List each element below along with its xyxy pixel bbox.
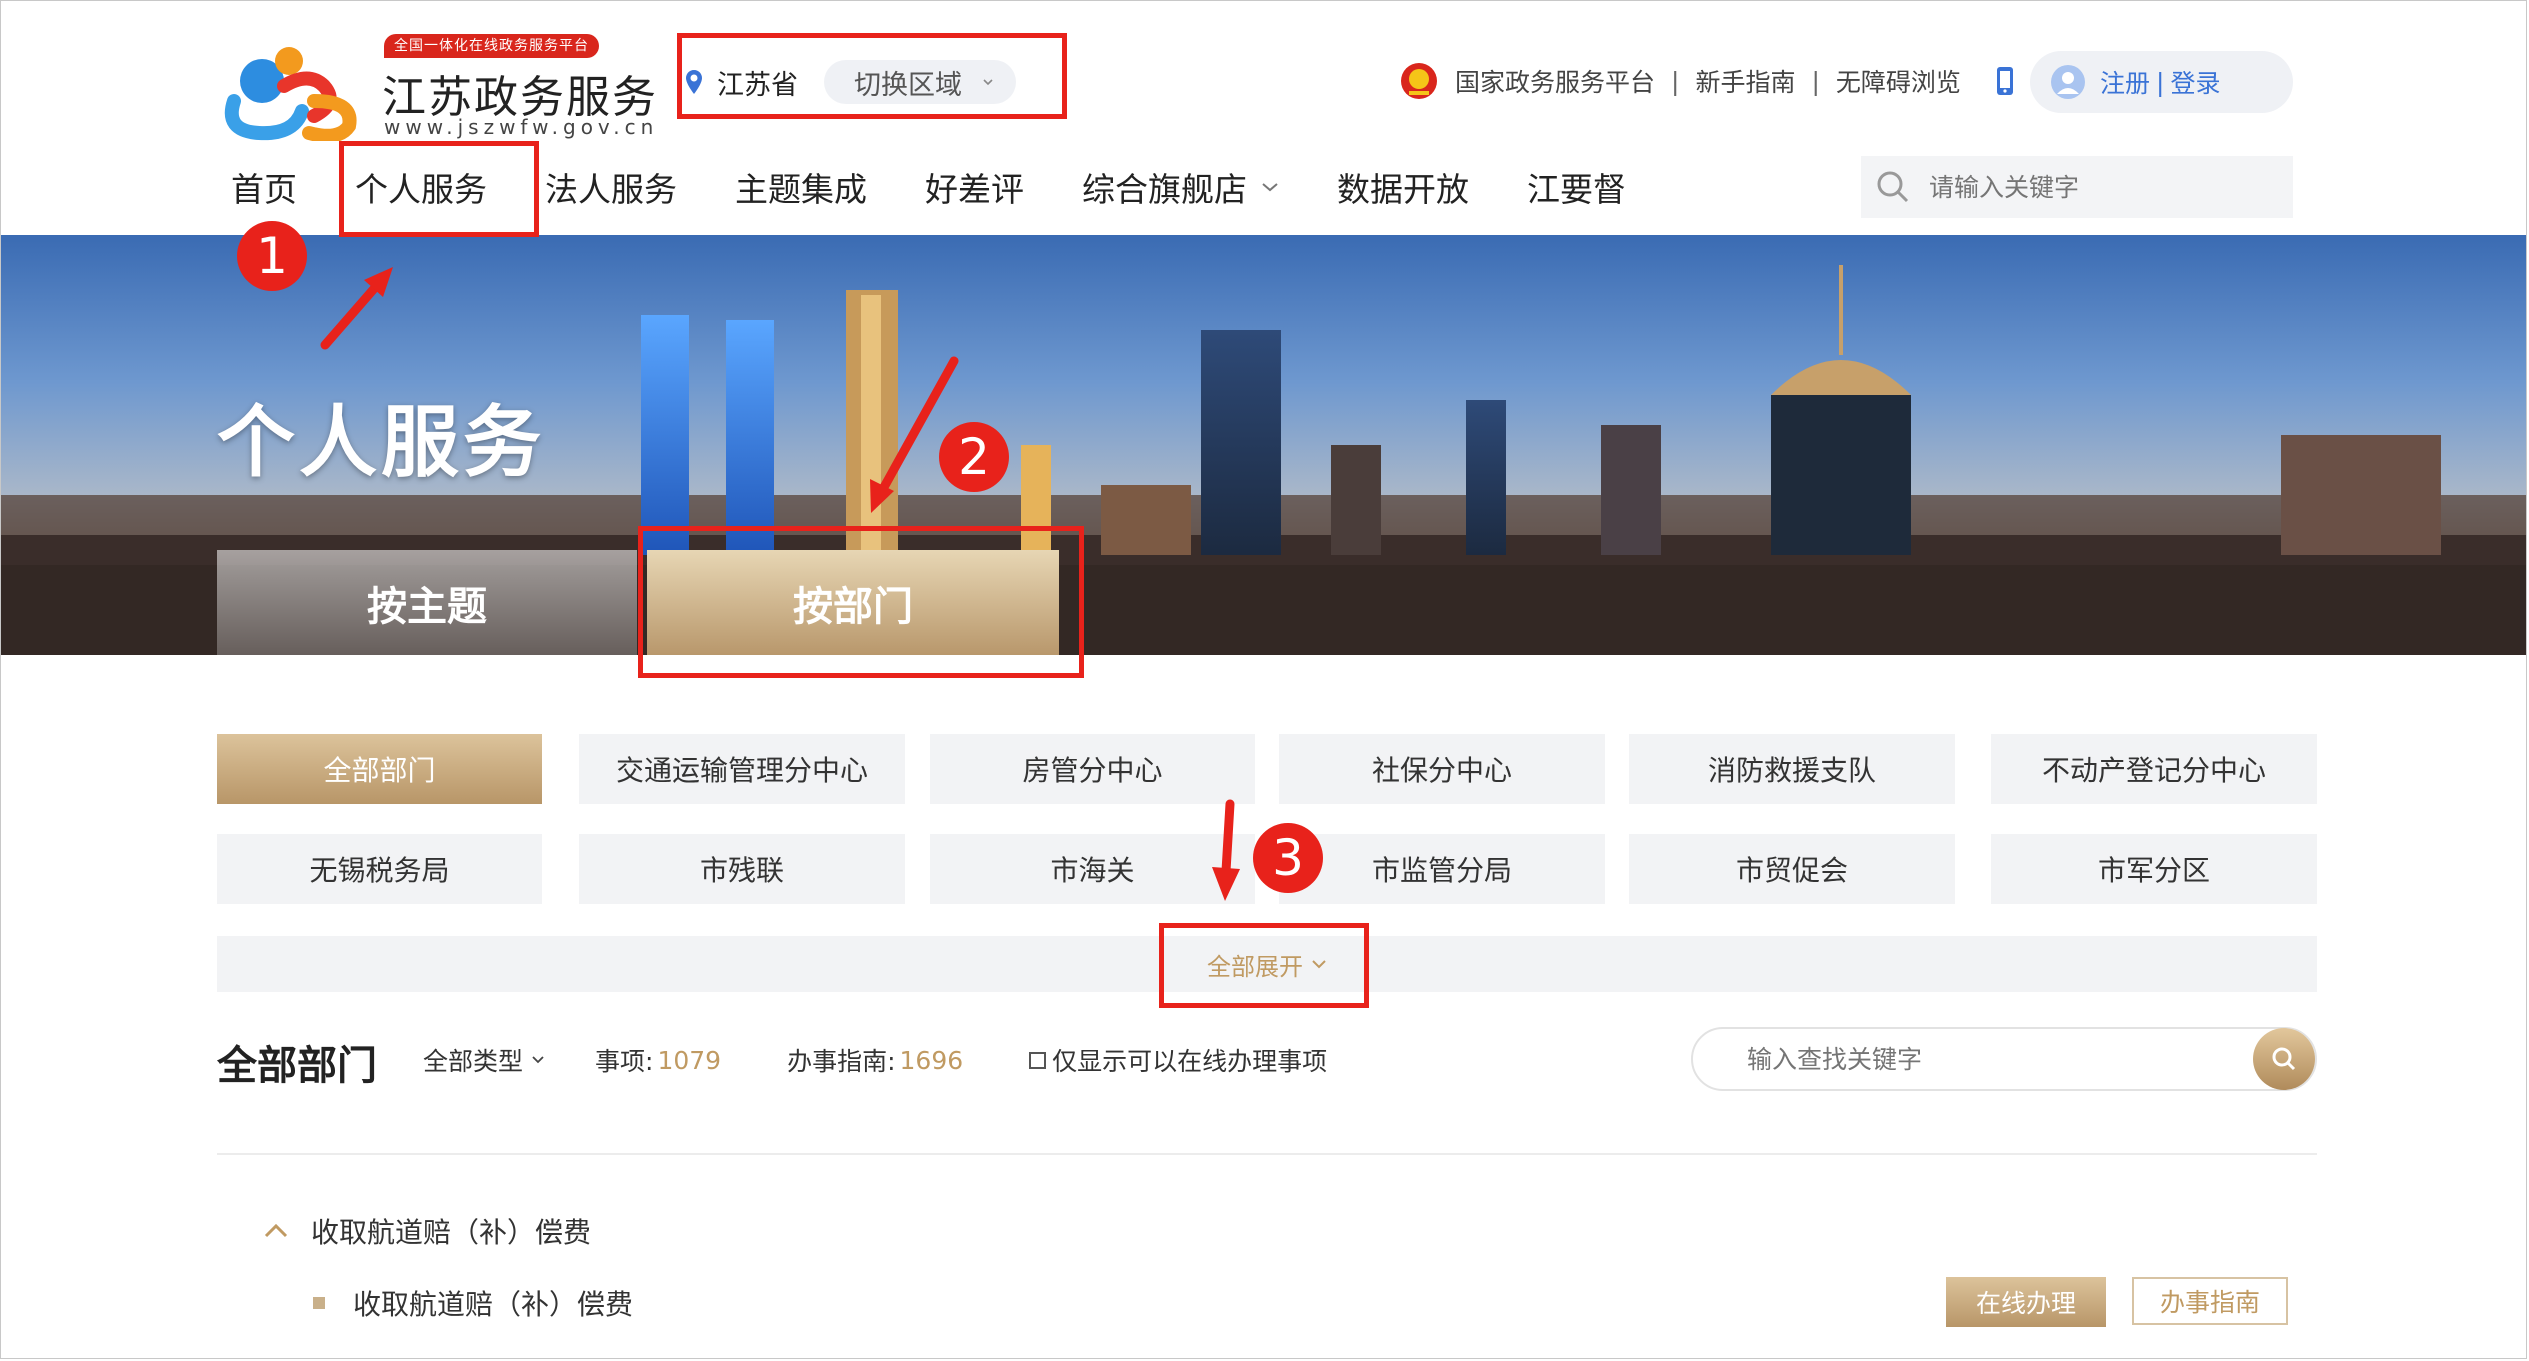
list-search-box <box>1691 1027 2317 1091</box>
nav-item-rating[interactable]: 好差评 <box>925 163 1024 211</box>
result-group-title: 收取航道赔（补）偿费 <box>311 1216 592 1249</box>
chevron-down-icon <box>1262 183 1278 192</box>
dept-market-supervision[interactable]: 市监管分局 <box>1279 834 1605 904</box>
dept-tax[interactable]: 无锡税务局 <box>217 834 542 904</box>
guides-count-label: 办事指南: <box>787 1047 896 1076</box>
link-accessible-browsing[interactable]: 无障碍浏览 <box>1836 63 1961 99</box>
dept-military[interactable]: 市军分区 <box>1991 834 2317 904</box>
separator: | <box>2156 67 2165 97</box>
annotation-box-region <box>677 33 1067 119</box>
dept-social-security[interactable]: 社保分中心 <box>1279 734 1605 804</box>
separator: | <box>1671 66 1680 96</box>
annotation-box-expand <box>1159 923 1369 1008</box>
nav-label: 综合旗舰店 <box>1082 170 1247 209</box>
nav-item-legal-person[interactable]: 法人服务 <box>545 163 677 211</box>
nav-label: 法人服务 <box>545 170 677 209</box>
dept-transport[interactable]: 交通运输管理分中心 <box>579 734 905 804</box>
separator: | <box>1811 66 1820 96</box>
nav-label: 数据开放 <box>1337 170 1469 209</box>
annotation-step-3: 3 <box>1253 823 1323 893</box>
user-avatar-icon <box>2051 65 2085 99</box>
dept-all[interactable]: 全部部门 <box>217 734 542 804</box>
tab-by-theme[interactable]: 按主题 <box>217 550 637 655</box>
list-search-button[interactable] <box>2253 1028 2315 1090</box>
link-national-platform[interactable]: 国家政务服务平台 <box>1455 63 1655 99</box>
hero-banner: 个人服务 按主题 按部门 <box>1 235 2526 655</box>
nav-item-themes[interactable]: 主题集成 <box>735 163 867 211</box>
page-frame: 全国一体化在线政务服务平台 江苏政务服务 www.jszwfw.gov.cn 江… <box>0 0 2527 1359</box>
nav-label: 好差评 <box>925 170 1024 209</box>
service-guide-button[interactable]: 办事指南 <box>2132 1277 2288 1325</box>
search-icon[interactable] <box>1875 169 1911 205</box>
online-apply-button[interactable]: 在线办理 <box>1946 1277 2106 1327</box>
nav-label: 江要督 <box>1527 170 1626 209</box>
login-link[interactable]: 登录 <box>2170 64 2220 100</box>
nav-label: 首页 <box>231 170 297 209</box>
dept-customs[interactable]: 市海关 <box>930 834 1255 904</box>
mobile-phone-icon[interactable] <box>1995 66 2015 96</box>
dept-housing[interactable]: 房管分中心 <box>930 734 1255 804</box>
login-box: 注册 | 登录 <box>2030 51 2293 113</box>
top-search-input[interactable] <box>1927 171 2271 203</box>
dept-trade-promotion[interactable]: 市贸促会 <box>1629 834 1955 904</box>
items-count-label: 事项: <box>595 1047 654 1076</box>
dept-disabled-federation[interactable]: 市残联 <box>579 834 905 904</box>
annotation-box-personal <box>339 141 539 237</box>
nav-item-flagship[interactable]: 综合旗舰店 <box>1082 163 1279 211</box>
nav-item-open-data[interactable]: 数据开放 <box>1337 163 1469 211</box>
chevron-up-icon <box>264 1223 288 1238</box>
online-only-label[interactable]: 仅显示可以在线办理事项 <box>1052 1042 1327 1078</box>
logo-badge: 全国一体化在线政务服务平台 <box>384 34 599 58</box>
top-links: 国家政务服务平台 | 新手指南 | 无障碍浏览 <box>1399 59 2015 103</box>
logo-domain: www.jszwfw.gov.cn <box>384 115 659 139</box>
site-logo[interactable]: 全国一体化在线政务服务平台 江苏政务服务 www.jszwfw.gov.cn <box>214 31 656 141</box>
logo-mark-icon <box>224 47 357 141</box>
link-beginner-guide[interactable]: 新手指南 <box>1695 63 1795 99</box>
list-filters: 全部类型 事项: 1079 办事指南: 1696 仅显示可以在线办理事项 <box>423 1041 1327 1079</box>
type-filter-dropdown[interactable]: 全部类型 <box>423 1042 523 1078</box>
list-search-input[interactable] <box>1745 1043 2229 1075</box>
online-only-checkbox[interactable] <box>1029 1051 1047 1069</box>
nav-item-home[interactable]: 首页 <box>231 163 297 211</box>
bullet-icon <box>313 1297 325 1309</box>
search-icon <box>2272 1047 2296 1071</box>
list-title: 全部部门 <box>217 1043 377 1089</box>
result-group-header[interactable]: 收取航道赔（补）偿费 <box>263 1211 591 1251</box>
dept-fire-rescue[interactable]: 消防救援支队 <box>1629 734 1955 804</box>
annotation-step-2: 2 <box>939 422 1009 492</box>
items-count: 1079 <box>657 1045 722 1075</box>
annotation-box-department <box>638 526 1084 678</box>
national-emblem-icon <box>1401 63 1437 99</box>
nav-item-supervision[interactable]: 江要督 <box>1527 163 1626 211</box>
list-item: 收取航道赔（补）偿费 <box>313 1283 633 1323</box>
annotation-step-1: 1 <box>237 221 307 291</box>
guides-count: 1696 <box>899 1045 964 1075</box>
banner-title: 个人服务 <box>217 398 546 488</box>
divider <box>217 1153 2317 1155</box>
dept-real-estate[interactable]: 不动产登记分中心 <box>1991 734 2317 804</box>
list-item-title[interactable]: 收取航道赔（补）偿费 <box>353 1283 633 1323</box>
top-search-box <box>1861 156 2293 218</box>
register-link[interactable]: 注册 <box>2100 64 2150 100</box>
chevron-down-icon <box>532 1056 544 1064</box>
nav-label: 主题集成 <box>735 170 867 209</box>
